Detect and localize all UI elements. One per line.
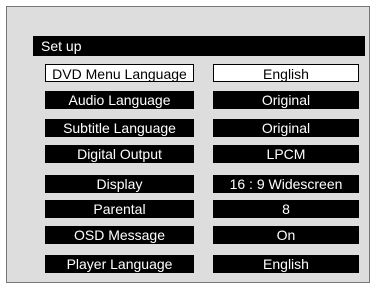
setting-label[interactable]: OSD Message: [45, 226, 194, 244]
setting-label[interactable]: Digital Output: [45, 145, 194, 163]
setting-label[interactable]: Subtitle Language: [45, 119, 194, 137]
setting-label[interactable]: Audio Language: [45, 91, 194, 109]
menu-row-digital-output[interactable]: Digital Output LPCM: [0, 145, 375, 167]
setting-label[interactable]: Player Language: [45, 255, 194, 273]
setting-value[interactable]: English: [213, 255, 359, 273]
setting-label[interactable]: Display: [45, 175, 194, 193]
menu-row-display[interactable]: Display 16 : 9 Widescreen: [0, 175, 375, 197]
setting-label[interactable]: DVD Menu Language: [45, 64, 194, 82]
setting-value[interactable]: On: [213, 226, 359, 244]
menu-row-audio-language[interactable]: Audio Language Original: [0, 91, 375, 113]
setting-value[interactable]: 16 : 9 Widescreen: [213, 175, 359, 193]
menu-title: Set up: [33, 36, 365, 56]
menu-row-dvd-menu-language[interactable]: DVD Menu Language English: [0, 64, 375, 86]
setting-value[interactable]: Original: [213, 119, 359, 137]
menu-row-osd-message[interactable]: OSD Message On: [0, 226, 375, 248]
setting-label[interactable]: Parental: [45, 200, 194, 218]
menu-row-parental[interactable]: Parental 8: [0, 200, 375, 222]
setting-value[interactable]: English: [213, 64, 359, 82]
menu-row-player-language[interactable]: Player Language English: [0, 255, 375, 277]
setting-value[interactable]: LPCM: [213, 145, 359, 163]
setting-value[interactable]: Original: [213, 91, 359, 109]
menu-row-subtitle-language[interactable]: Subtitle Language Original: [0, 119, 375, 141]
setting-value[interactable]: 8: [213, 200, 359, 218]
